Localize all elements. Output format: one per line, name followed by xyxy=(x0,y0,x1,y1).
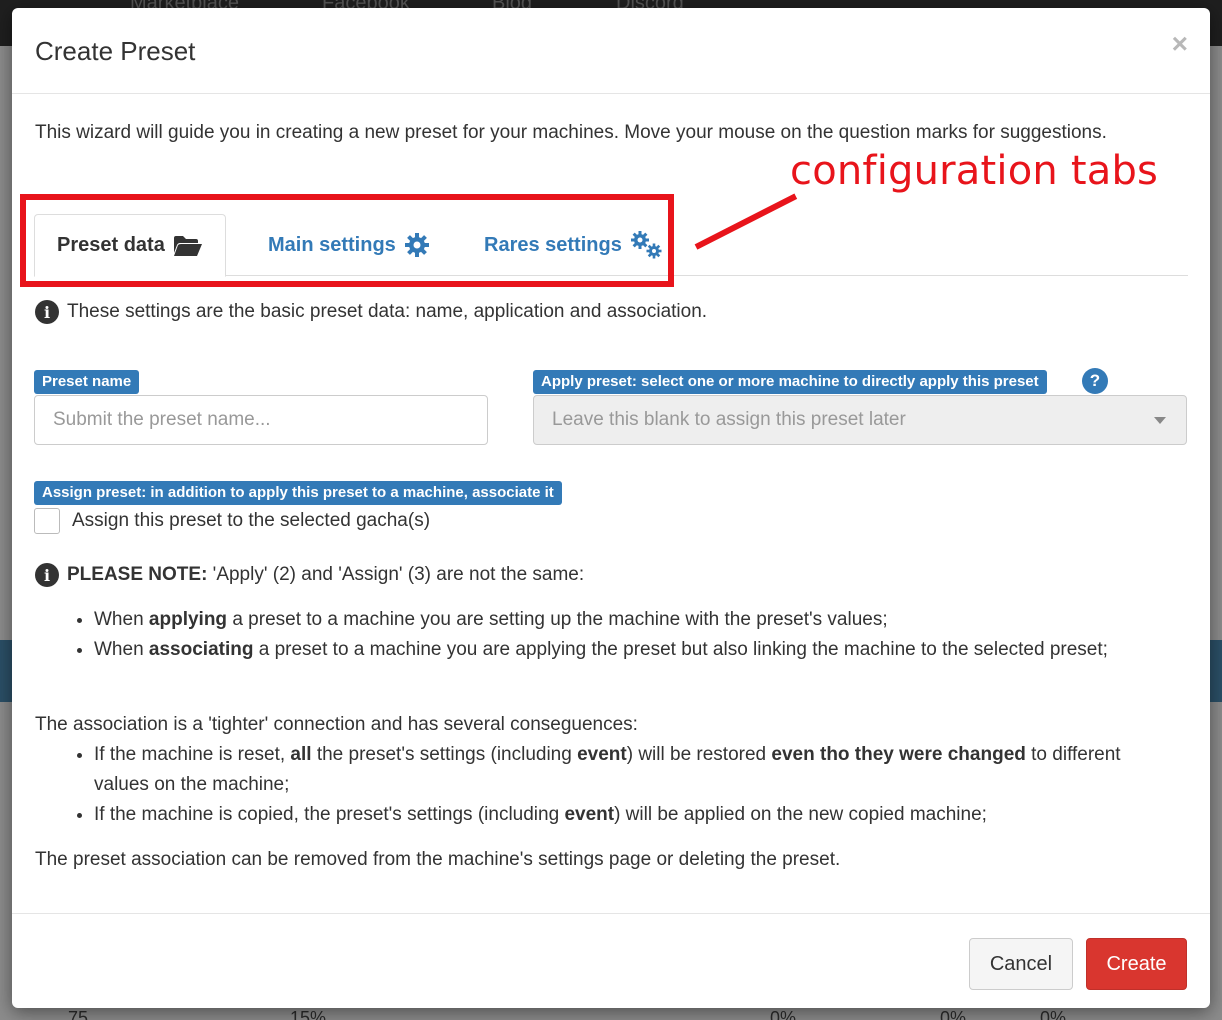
create-button[interactable]: Create xyxy=(1086,938,1187,990)
please-note-text: PLEASE NOTE: 'Apply' (2) and 'Assign' (3… xyxy=(67,564,584,586)
bg-fragment: 75 xyxy=(68,1008,89,1020)
assign-preset-checkbox-label: Assign this preset to the selected gacha… xyxy=(72,510,431,531)
annotation-label: configuration tabs xyxy=(790,148,1159,194)
help-question-icon[interactable]: ? xyxy=(1082,368,1108,394)
wizard-intro-text: This wizard will guide you in creating a… xyxy=(35,122,1107,143)
list-item: If the machine is copied, the preset's s… xyxy=(94,800,1174,830)
apply-vs-assign-list: When applying a preset to a machine you … xyxy=(94,605,1174,665)
bg-fragment: 15% xyxy=(290,1008,327,1020)
please-note-body: 'Apply' (2) and 'Assign' (3) are not the… xyxy=(207,564,585,585)
modal-title: Create Preset xyxy=(35,36,196,66)
info-icon: i xyxy=(35,563,59,587)
list-item: When applying a preset to a machine you … xyxy=(94,605,1174,635)
modal-footer: Cancel Create xyxy=(12,913,1210,1008)
close-icon[interactable]: × xyxy=(1172,28,1188,60)
select-placeholder: Leave this blank to assign this preset l… xyxy=(552,409,906,430)
tab-info-text: These settings are the basic preset data… xyxy=(67,301,708,322)
association-intro: The association is a 'tighter' connectio… xyxy=(35,714,638,735)
bg-fragment: 0% xyxy=(770,1008,797,1020)
please-note-heading: PLEASE NOTE: xyxy=(67,564,208,585)
annotation-highlight-box xyxy=(20,194,674,287)
caret-down-icon xyxy=(1154,417,1166,424)
assign-preset-label: Assign preset: in addition to apply this… xyxy=(34,481,562,505)
tab-info: i These settings are the basic preset da… xyxy=(35,300,707,324)
association-removal-note: The preset association can be removed fr… xyxy=(35,849,841,870)
preset-name-input[interactable] xyxy=(34,395,488,445)
apply-preset-label: Apply preset: select one or more machine… xyxy=(533,370,1047,394)
info-icon: i xyxy=(35,300,59,324)
association-consequences-list: If the machine is reset, all the preset'… xyxy=(94,740,1174,830)
bg-fragment: 0% xyxy=(940,1008,967,1020)
list-item: If the machine is reset, all the preset'… xyxy=(94,740,1174,800)
modal-header: Create Preset × xyxy=(12,8,1210,94)
assign-preset-checkbox[interactable] xyxy=(34,508,60,534)
preset-name-label: Preset name xyxy=(34,370,140,394)
list-item: When associating a preset to a machine y… xyxy=(94,635,1174,665)
please-note: i PLEASE NOTE: 'Apply' (2) and 'Assign' … xyxy=(35,563,584,587)
bg-fragment: 0% xyxy=(1040,1008,1067,1020)
apply-preset-machine-select[interactable]: Leave this blank to assign this preset l… xyxy=(533,395,1187,445)
cancel-button[interactable]: Cancel xyxy=(969,938,1073,990)
